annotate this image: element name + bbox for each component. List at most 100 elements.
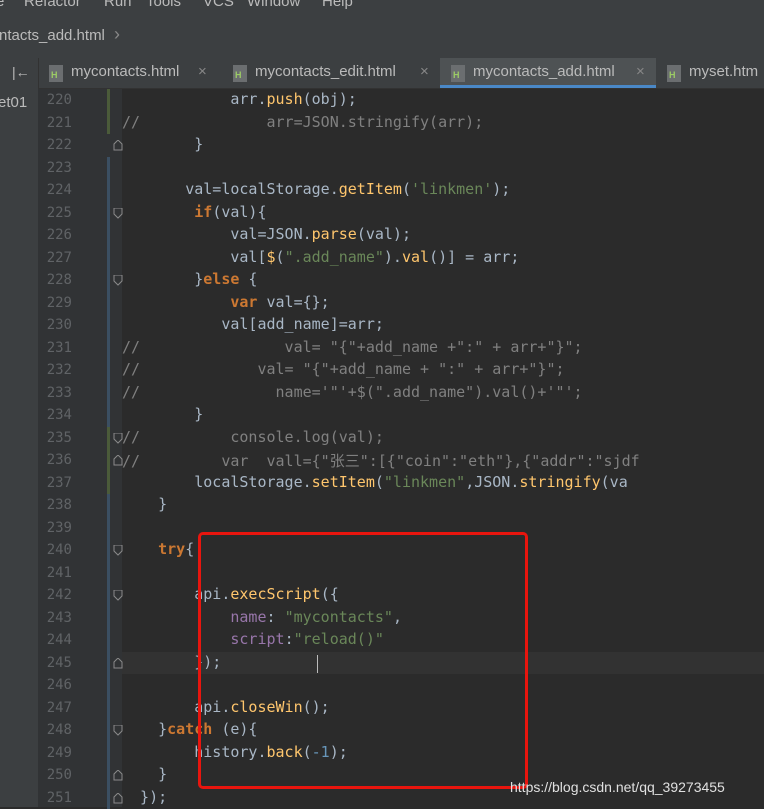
menu-item-vcs[interactable]: VCS	[203, 0, 234, 10]
code-token: val=localStorage.	[122, 180, 339, 198]
code-token: try	[158, 540, 186, 558]
menu-item-run[interactable]: Run	[104, 0, 132, 10]
code-line[interactable]: // name='"'+$(".add_name").val()+'"';	[122, 383, 583, 401]
code-line[interactable]: val[$(".add_name").val()] = arr;	[122, 248, 519, 266]
code-token: // console.log(val);	[122, 427, 384, 446]
line-number: 232	[46, 362, 72, 378]
tab-label: mycontacts.html	[71, 63, 180, 80]
close-tab-icon[interactable]: ×	[636, 63, 645, 80]
line-number: 237	[46, 474, 72, 491]
code-token: localStorage.	[122, 472, 312, 491]
code-token: val={};	[257, 292, 330, 311]
line-number: 230	[46, 317, 72, 333]
line-number: 247	[46, 699, 72, 716]
vcs-change-marker	[107, 539, 110, 809]
code-line[interactable]: val=JSON.parse(val);	[122, 225, 411, 243]
breadcrumb-separator-icon: ›	[114, 24, 120, 44]
code-token: ,JSON.	[465, 472, 520, 491]
vcs-modified-marker	[107, 89, 110, 134]
code-token: // name='"'+$(".add_name").val()+'"';	[122, 382, 583, 401]
html-file-icon	[233, 65, 247, 82]
line-number: 246	[46, 677, 72, 693]
code-line[interactable]: }	[122, 765, 167, 783]
tab-mycontacts-html[interactable]: mycontacts.html ×	[38, 58, 218, 88]
menu-item-window[interactable]: Window	[247, 0, 300, 10]
code-token: "linkmen"	[383, 472, 466, 491]
highlight-box-annotation	[198, 532, 528, 789]
code-token: $	[266, 247, 276, 266]
code-line[interactable]: });	[122, 788, 167, 806]
code-token: // val= "{"+add_name + ":" + arr+"}";	[122, 360, 565, 378]
project-label[interactable]: et01	[0, 94, 27, 111]
code-token: ).	[383, 247, 402, 266]
code-token: // val= "{"+add_name +":" + arr+"}";	[122, 337, 583, 356]
code-token: ()] = arr;	[429, 247, 520, 266]
vcs-change-marker	[107, 156, 110, 562]
line-number: 242	[46, 587, 72, 603]
code-line[interactable]: }	[122, 495, 167, 513]
line-number: 248	[46, 722, 72, 738]
code-line[interactable]: val[add_name]=arr;	[122, 315, 384, 333]
html-file-icon	[49, 65, 63, 82]
line-number: 244	[46, 632, 72, 648]
menu-item-refactor[interactable]: Refactor	[24, 0, 81, 10]
tab-mycontacts-edit-html[interactable]: mycontacts_edit.html ×	[222, 58, 440, 88]
line-number: 226	[46, 227, 72, 243]
line-number: 224	[46, 182, 72, 198]
code-token: {	[239, 270, 258, 288]
line-number: 239	[46, 519, 72, 536]
project-sidebar: |← et01	[0, 58, 39, 807]
code-token: (	[374, 472, 384, 491]
code-line[interactable]: arr.push(obj);	[122, 90, 357, 108]
code-line[interactable]: // var vall={"张三":[{"coin":"eth"},{"addr…	[122, 450, 640, 471]
code-token: val[	[122, 247, 267, 266]
code-line[interactable]: try{	[122, 540, 194, 558]
code-line[interactable]: }else {	[122, 270, 257, 288]
code-line[interactable]: localStorage.setItem("linkmen",JSON.stri…	[122, 473, 628, 491]
html-file-icon	[451, 65, 465, 82]
line-number: 251	[46, 789, 72, 806]
line-number: 249	[46, 744, 72, 761]
code-line[interactable]: if(val){	[122, 202, 267, 221]
code-line[interactable]: // console.log(val);	[122, 428, 384, 446]
menu-bar: e Refactor Run Tools VCS Window Help	[0, 0, 764, 16]
code-line[interactable]: // val= "{"+add_name +":" + arr+"}";	[122, 338, 583, 356]
menu-item-tools[interactable]: Tools	[146, 0, 181, 10]
navigation-bar: ntacts_add.html ›	[0, 16, 764, 59]
close-tab-icon[interactable]: ×	[420, 63, 429, 80]
collapse-panel-icon[interactable]: |←	[12, 64, 30, 80]
close-tab-icon[interactable]: ×	[198, 63, 207, 80]
tab-mycontacts-add-html[interactable]: mycontacts_add.html ×	[440, 58, 656, 88]
menu-item-e[interactable]: e	[0, 0, 4, 10]
code-token: arr.	[122, 90, 267, 108]
code-token: (	[401, 180, 411, 198]
code-line[interactable]: // val= "{"+add_name + ":" + arr+"}";	[122, 360, 565, 378]
code-token: getItem	[338, 180, 402, 198]
code-token: }	[122, 720, 168, 738]
line-number: 243	[46, 609, 72, 626]
code-token: (obj);	[302, 90, 357, 108]
code-token: val	[401, 247, 430, 266]
line-number: 222	[46, 137, 72, 153]
line-number: 235	[46, 429, 72, 446]
line-number: 223	[46, 159, 72, 176]
breadcrumb[interactable]: ntacts_add.html	[0, 27, 105, 44]
code-token: parse	[311, 225, 357, 243]
menu-item-help[interactable]: Help	[322, 0, 353, 10]
line-number: 229	[46, 294, 72, 311]
code-token: (val);	[356, 225, 411, 243]
code-token: (val){	[212, 202, 267, 221]
code-line[interactable]: // arr=JSON.stringify(arr);	[122, 113, 483, 131]
line-number: 238	[46, 497, 72, 513]
code-line[interactable]: }	[122, 135, 203, 153]
line-number: 245	[46, 654, 72, 671]
line-number: 240	[46, 542, 72, 558]
code-token: // arr=JSON.stringify(arr);	[122, 112, 484, 131]
code-line[interactable]: val=localStorage.getItem('linkmen');	[122, 180, 510, 198]
code-token: (va	[600, 472, 628, 491]
code-line[interactable]: }	[122, 405, 203, 423]
code-line[interactable]: var val={};	[122, 292, 330, 311]
tab-myset-htm[interactable]: myset.htm	[656, 58, 764, 88]
